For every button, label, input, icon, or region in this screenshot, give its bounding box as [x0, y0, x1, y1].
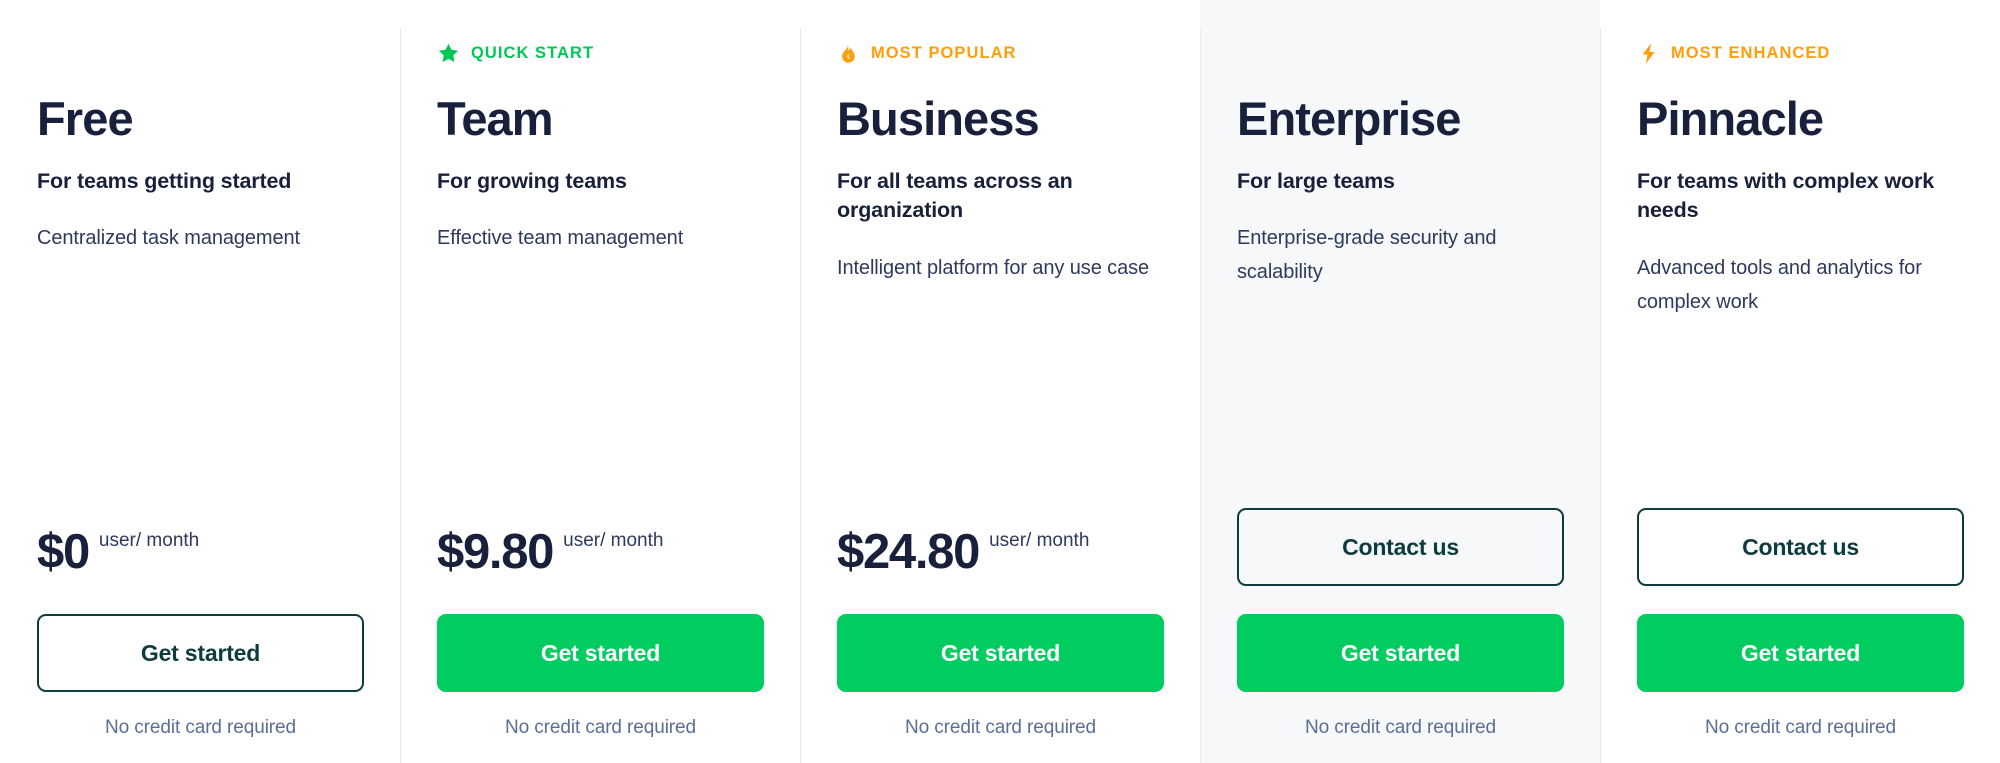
plan-badge-label: QUICK START	[471, 43, 595, 62]
plan-tagline-enterprise: For large teams	[1237, 168, 1395, 193]
plan-badge-label: MOST ENHANCED	[1671, 43, 1831, 62]
pricing-column-pinnacle: MOST ENHANCED Pinnacle For teams with co…	[1600, 0, 2000, 763]
pricing-column-enterprise: Enterprise For large teams Enterprise-gr…	[1200, 0, 1600, 763]
get-started-button-pinnacle[interactable]: Get started	[1637, 614, 1964, 692]
plan-tagline-free: For teams getting started	[37, 168, 292, 193]
plan-price-row-team: $9.80 user/ month	[437, 502, 764, 588]
plan-description-free: Centralized task management	[37, 227, 300, 250]
plan-footnote-free: No credit card required	[105, 717, 296, 738]
pricing-column-business: MOST POPULAR Business For all teams acro…	[800, 0, 1200, 763]
get-started-button-business[interactable]: Get started	[837, 614, 1164, 692]
plan-tagline-pinnacle: For teams with complex work needs	[1637, 168, 1935, 223]
plan-badge-label: MOST POPULAR	[871, 43, 1017, 62]
plan-price-amount: $9.80	[437, 525, 554, 579]
plan-name-pinnacle: Pinnacle	[1637, 92, 1824, 145]
plan-badge-team: QUICK START	[437, 40, 764, 66]
pricing-table: Free For teams getting started Centraliz…	[0, 0, 2000, 763]
plan-price-amount: $0	[37, 525, 90, 579]
plan-price-unit: user/ month	[98, 530, 200, 551]
plan-price-row-business: $24.80 user/ month	[837, 502, 1164, 588]
plan-name-free: Free	[37, 92, 134, 145]
pricing-column-team: QUICK START Team For growing teams Effec…	[400, 0, 800, 763]
plan-tagline-business: For all teams across an organization	[837, 168, 1073, 223]
plan-name-business: Business	[837, 92, 1040, 145]
contact-us-button-pinnacle[interactable]: Contact us	[1637, 508, 1964, 586]
plan-footnote-enterprise: No credit card required	[1305, 717, 1496, 738]
get-started-button-enterprise[interactable]: Get started	[1237, 614, 1564, 692]
bolt-icon	[1642, 42, 1655, 64]
pricing-column-free: Free For teams getting started Centraliz…	[0, 0, 400, 763]
plan-footnote-team: No credit card required	[505, 717, 696, 738]
plan-description-business: Intelligent platform for any use case	[837, 257, 1150, 280]
plan-footnote-pinnacle: No credit card required	[1705, 717, 1896, 738]
plan-name-team: Team	[437, 92, 554, 145]
plan-price-unit: user/ month	[563, 530, 664, 551]
get-started-button-free[interactable]: Get started	[37, 614, 364, 692]
plan-badge-pinnacle: MOST ENHANCED	[1637, 40, 1964, 66]
plan-tagline-team: For growing teams	[437, 168, 627, 193]
plan-name-enterprise: Enterprise	[1237, 92, 1461, 145]
get-started-button-team[interactable]: Get started	[437, 614, 764, 692]
star-icon	[438, 43, 459, 62]
plan-price-amount: $24.80	[837, 525, 980, 579]
contact-us-button-enterprise[interactable]: Contact us	[1237, 508, 1564, 586]
plan-description-pinnacle: Advanced tools and analytics for complex…	[1637, 257, 1922, 313]
flame-icon	[842, 43, 855, 63]
plan-description-enterprise: Enterprise-grade security and scalabilit…	[1237, 227, 1497, 283]
plan-description-team: Effective team management	[437, 227, 684, 250]
plan-badge-business: MOST POPULAR	[837, 40, 1164, 66]
plan-price-unit: user/ month	[989, 530, 1090, 551]
plan-footnote-business: No credit card required	[905, 717, 1096, 738]
plan-price-row-free: $0 user/ month	[37, 502, 364, 588]
